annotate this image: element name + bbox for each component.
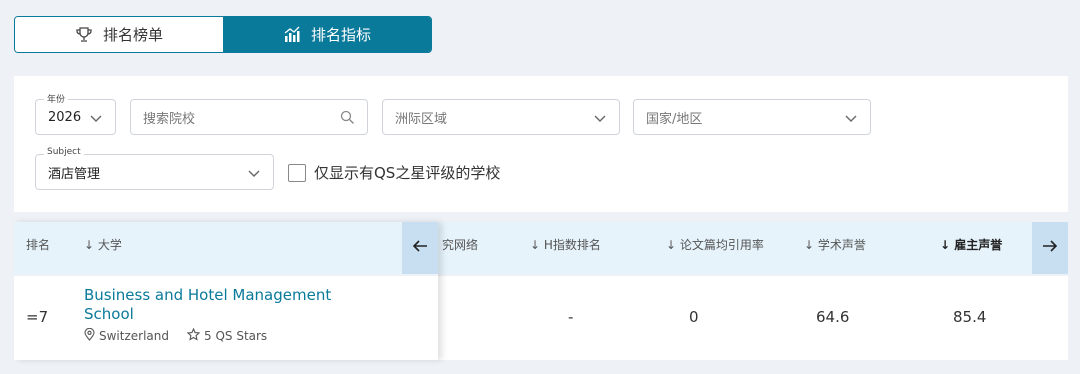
- year-value: 2026: [48, 109, 82, 125]
- frozen-columns: 排名 ↓ 大学 =7 Business and Hotel Management…: [14, 222, 438, 360]
- frozen-row: =7 Business and Hotel Management School …: [14, 276, 438, 360]
- qs-stars-label: 仅显示有QS之星评级的学校: [314, 164, 501, 182]
- qs-stars-checkbox[interactable]: [288, 163, 306, 182]
- header-university[interactable]: ↓ 大学: [84, 236, 122, 253]
- header-label: 论文篇均引用率: [679, 238, 764, 252]
- star-icon: [186, 327, 201, 344]
- university-country: Switzerland: [99, 329, 169, 343]
- ranking-tabs: 排名榜单 排名指标: [14, 16, 432, 53]
- header-employer-reputation[interactable]: ↓ 雇主声誉: [940, 236, 1002, 253]
- cell-citations: 0: [689, 308, 699, 326]
- continent-placeholder: 洲际区域: [395, 111, 448, 127]
- continent-select[interactable]: 洲际区域: [382, 99, 620, 135]
- arrow-right-icon: [1041, 237, 1059, 259]
- header-label: 雇主声誉: [954, 238, 1003, 252]
- tab-label: 排名指标: [310, 26, 371, 44]
- trophy-icon: [75, 26, 93, 44]
- header-citations[interactable]: ↓ 论文篇均引用率: [666, 236, 764, 253]
- year-select[interactable]: 年份 2026: [35, 92, 116, 135]
- frozen-header: 排名 ↓ 大学: [14, 222, 438, 274]
- bar-chart-icon: [283, 26, 301, 44]
- subject-select[interactable]: Subject 酒店管理: [35, 147, 274, 190]
- country-select[interactable]: 国家/地区: [633, 99, 871, 135]
- location-pin-icon: [84, 327, 95, 344]
- cell-rank: =7: [26, 308, 49, 326]
- header-label: 大学: [97, 238, 122, 252]
- search-placeholder: 搜索院校: [143, 111, 196, 127]
- chevron-down-icon: [844, 111, 858, 129]
- filter-panel: 年份 2026 搜索院校 洲际区域 国家/地区 Subject 酒店管理 仅显示…: [14, 76, 1068, 212]
- chevron-down-icon: [247, 166, 261, 184]
- subject-label: Subject: [44, 147, 84, 157]
- qs-stars-rating: 5 QS Stars: [204, 329, 268, 343]
- search-input[interactable]: 搜索院校: [130, 99, 368, 135]
- tab-rankings[interactable]: 排名榜单: [15, 17, 223, 52]
- scroll-right-button[interactable]: [1032, 222, 1068, 274]
- qs-stars-only-toggle[interactable]: 仅显示有QS之星评级的学校: [288, 162, 500, 183]
- header-label: 学术声誉: [817, 238, 866, 252]
- header-research-network[interactable]: 究网络: [442, 236, 478, 253]
- subject-value: 酒店管理: [48, 166, 101, 182]
- tab-indicators[interactable]: 排名指标: [223, 17, 431, 52]
- cell-h-index: -: [568, 308, 574, 326]
- arrow-left-icon: [411, 237, 429, 259]
- chevron-down-icon: [593, 111, 607, 129]
- cell-academic-reputation: 64.6: [816, 308, 850, 326]
- cell-employer-reputation: 85.4: [953, 308, 987, 326]
- chevron-down-icon: [89, 111, 103, 129]
- tab-label: 排名榜单: [102, 26, 163, 44]
- header-h-index[interactable]: ↓ H指数排名: [530, 236, 601, 253]
- scroll-left-button[interactable]: [402, 222, 438, 274]
- university-meta: Switzerland 5 QS Stars: [84, 327, 268, 344]
- search-icon: [340, 110, 355, 129]
- country-placeholder: 国家/地区: [646, 111, 703, 127]
- university-link[interactable]: Business and Hotel Management School: [84, 286, 354, 324]
- header-academic-reputation[interactable]: ↓ 学术声誉: [804, 236, 866, 253]
- year-label: 年份: [44, 92, 69, 105]
- header-label: H指数排名: [543, 238, 601, 252]
- header-rank[interactable]: 排名: [26, 236, 50, 253]
